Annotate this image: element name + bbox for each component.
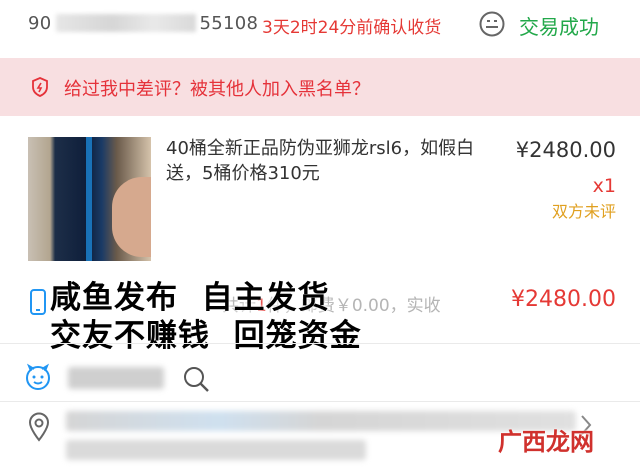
blacklist-warning-banner[interactable]: 给过我中差评？被其他人加入黑名单？ <box>0 58 640 116</box>
order-id: 90 55108 <box>28 13 258 34</box>
product-title[interactable]: 40桶全新正品防伪亚狮龙rsl6，如假白送，5桶价格310元 <box>166 136 476 186</box>
search-icon[interactable] <box>182 365 210 393</box>
emoji-icon[interactable] <box>23 362 53 392</box>
order-id-suffix: 55108 <box>199 13 259 34</box>
phone-icon <box>30 289 46 315</box>
divider <box>0 401 640 402</box>
confirm-countdown: 3天2时24分前确认收货 <box>262 18 442 38</box>
product-quantity: x1 <box>592 175 616 197</box>
overlay-caption-line2: 交友不赚钱 回笼资金 <box>50 318 362 354</box>
smiley-face-icon <box>479 11 505 37</box>
trade-status: 交易成功 <box>519 15 599 39</box>
watermark: 广西龙网 <box>498 428 594 456</box>
divider <box>0 343 640 344</box>
warning-text: 给过我中差评？被其他人加入黑名单？ <box>64 79 370 100</box>
seller-name-blurred <box>68 367 164 389</box>
address-blurred-line2 <box>66 440 366 460</box>
product-price: ¥2480.00 <box>515 138 616 162</box>
location-pin-icon <box>28 412 50 442</box>
order-id-blurred <box>55 14 196 32</box>
product-image[interactable] <box>28 137 151 261</box>
order-id-prefix: 90 <box>28 13 52 34</box>
order-header: 90 55108 3天2时24分前确认收货 交易成功 <box>0 0 640 50</box>
shield-icon <box>32 77 48 97</box>
review-status: 双方未评 <box>551 202 616 221</box>
order-total: ¥2480.00 <box>511 287 616 312</box>
